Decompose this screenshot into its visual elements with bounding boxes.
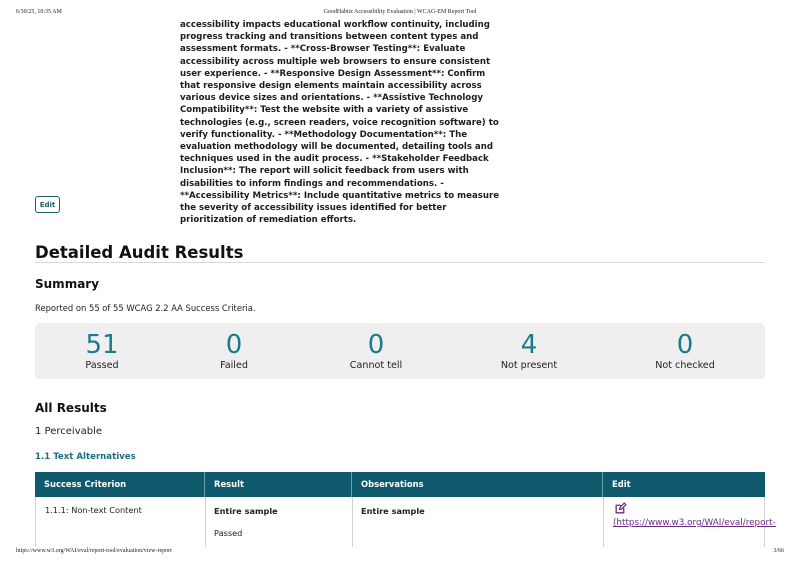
stat-not-present-label: Not present [500, 360, 558, 371]
column-header-result: Result [214, 479, 244, 489]
stat-cannot-tell-value: 0 [367, 330, 385, 360]
stat-cannot-tell: 0 Cannot tell [316, 331, 436, 371]
column-header-success-criterion: Success Criterion [44, 479, 127, 489]
cell-observations-scope: Entire sample [361, 506, 425, 516]
cell-success-criterion: 1.1.1: Non-text Content [45, 505, 142, 515]
column-header-edit: Edit [612, 479, 631, 489]
cell-divider [603, 497, 604, 547]
results-table-header: Success Criterion Result Observations Ed… [35, 472, 765, 497]
guideline-heading: 1.1 Text Alternatives [35, 452, 136, 462]
stat-failed-value: 0 [225, 330, 243, 360]
stat-failed: 0 Failed [174, 331, 294, 371]
cell-result-value: Passed [214, 528, 243, 538]
print-page-number: 3/66 [773, 548, 784, 554]
stat-passed: 51 Passed [42, 331, 162, 371]
cell-divider [205, 497, 206, 547]
cell-result-scope: Entire sample [214, 506, 278, 516]
summary-stats-panel: 51 Passed 0 Failed 0 Cannot tell 4 Not p… [35, 323, 765, 379]
stat-passed-label: Passed [85, 360, 119, 371]
principle-heading: 1 Perceivable [35, 426, 103, 437]
summary-heading: Summary [35, 277, 100, 291]
stat-passed-value: 51 [85, 330, 119, 360]
column-header-observations: Observations [361, 479, 424, 489]
print-page-title: GoodHabitz Accessibility Evaluation | WC… [323, 9, 477, 15]
print-url: https://www.w3.org/WAI/eval/report-tool/… [16, 548, 172, 554]
heading-divider [35, 262, 765, 263]
table-row: 1.1.1: Non-text Content Entire sample Pa… [35, 497, 776, 547]
edit-link[interactable]: (https://www.w3.org/WAI/eval/report- [613, 518, 776, 528]
stat-not-present: 4 Not present [469, 331, 589, 371]
edit-button[interactable]: Edit [35, 196, 60, 213]
stat-not-checked: 0 Not checked [625, 331, 745, 371]
detailed-audit-results-heading: Detailed Audit Results [35, 243, 244, 262]
stat-failed-label: Failed [220, 360, 248, 371]
stat-not-checked-value: 0 [676, 330, 694, 360]
stat-not-present-value: 4 [520, 330, 538, 360]
scope-description: accessibility impacts educational workfl… [180, 20, 500, 226]
reported-on-text: Reported on 55 of 55 WCAG 2.2 AA Success… [35, 303, 256, 313]
stat-cannot-tell-label: Cannot tell [349, 360, 403, 371]
cell-divider [352, 497, 353, 547]
all-results-heading: All Results [35, 401, 107, 415]
edit-icon[interactable] [614, 502, 627, 515]
stat-not-checked-label: Not checked [655, 360, 715, 371]
